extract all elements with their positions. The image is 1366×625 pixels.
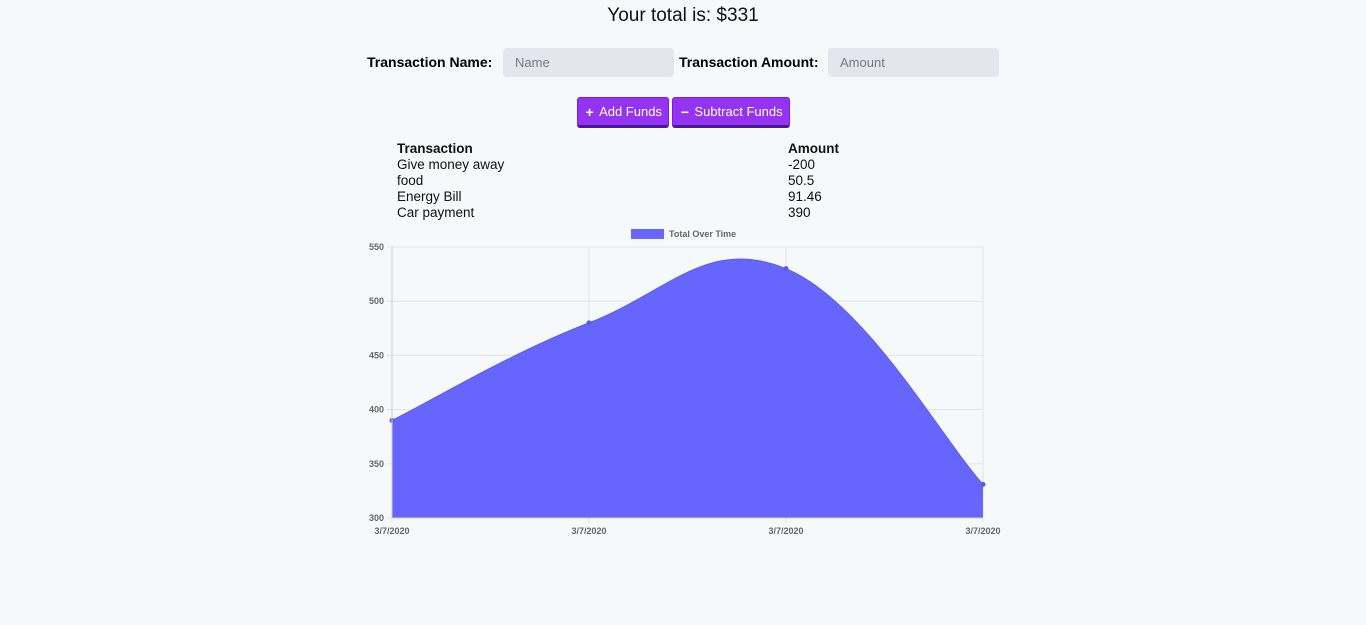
minus-icon: − — [680, 103, 690, 120]
y-tick-label: 550 — [369, 242, 384, 252]
transaction-column-header: Transaction — [397, 141, 473, 156]
amount-column-header: Amount — [788, 141, 839, 156]
data-point — [980, 481, 986, 487]
y-tick-label: 300 — [369, 513, 384, 523]
subtract-funds-label: Subtract Funds — [694, 104, 783, 119]
transaction-name-label: Transaction Name: — [367, 54, 493, 70]
legend-swatch — [631, 229, 664, 239]
table-row: Give money away -200 — [395, 157, 895, 173]
x-tick-label: 3/7/2020 — [374, 526, 409, 536]
total-display: Your total is: $331 — [607, 5, 759, 26]
subtract-funds-button[interactable]: − Subtract Funds — [672, 97, 790, 128]
add-funds-label: Add Funds — [599, 104, 662, 119]
data-point — [783, 266, 789, 272]
transaction-amount-cell: 50.5 — [788, 173, 815, 188]
y-tick-label: 450 — [369, 350, 384, 360]
table-row: food 50.5 — [395, 173, 895, 189]
table-row: Energy Bill 91.46 — [395, 189, 895, 205]
x-tick-label: 3/7/2020 — [768, 526, 803, 536]
transaction-name-cell: Car payment — [397, 205, 475, 220]
total-over-time-chart: 300 350 400 450 500 550 3/7/2020 3/7/2020 3/7/20… — [369, 229, 1001, 536]
y-tick-label: 350 — [369, 459, 384, 469]
transaction-amount-cell: 390 — [788, 205, 811, 220]
transaction-amount-label: Transaction Amount: — [679, 54, 819, 70]
transaction-amount-input[interactable] — [828, 48, 999, 77]
plus-icon: + — [585, 103, 594, 120]
x-tick-label: 3/7/2020 — [571, 526, 606, 536]
transaction-amount-cell: 91.46 — [788, 189, 822, 204]
legend-label: Total Over Time — [669, 229, 736, 239]
transaction-name-cell: Energy Bill — [397, 189, 462, 204]
table-header-row: Transaction Amount — [395, 141, 895, 157]
data-point — [586, 320, 592, 326]
series-area-total-over-time — [392, 258, 983, 518]
transaction-name-input[interactable] — [503, 48, 674, 77]
y-tick-label: 400 — [369, 405, 384, 415]
transactions-table: Transaction Amount Give money away -200 … — [395, 141, 895, 221]
transaction-name-cell: food — [397, 173, 424, 188]
y-tick-label: 500 — [369, 296, 384, 306]
x-tick-label: 3/7/2020 — [965, 526, 1000, 536]
transaction-form: Transaction Name: Transaction Amount: — [0, 48, 1366, 77]
table-row: Car payment 390 — [395, 205, 895, 221]
add-funds-button[interactable]: + Add Funds — [577, 97, 669, 128]
transaction-name-cell: Give money away — [397, 157, 505, 172]
transaction-amount-cell: -200 — [788, 157, 816, 172]
